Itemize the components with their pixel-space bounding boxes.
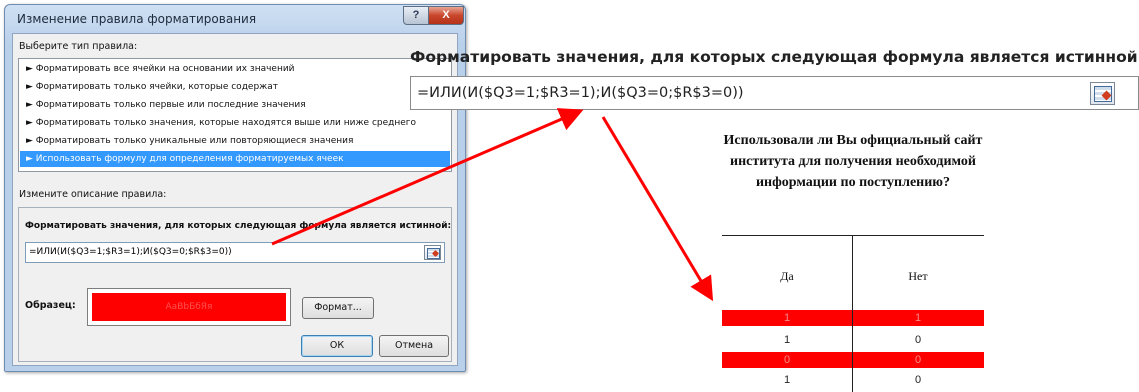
help-button[interactable]: ? (403, 6, 429, 25)
table-cell: 0 (783, 354, 791, 366)
zoom-formula-input: =ИЛИ(И($Q3=1;$R3=1);И($Q3=0;$R$3=0)) (410, 76, 1139, 110)
formula-input[interactable]: =ИЛИ(И($Q3=1;$R3=1);И($Q3=0;$R$3=0)) (25, 242, 445, 263)
table-cell: 1 (783, 374, 791, 386)
table-row: 1 0 (722, 332, 984, 348)
dialog-titlebar[interactable]: Изменение правила форматирования ? X (5, 5, 465, 33)
format-preview: АаВbБбЯя (87, 288, 291, 326)
rule-type-item[interactable]: ► Форматировать только значения, которые… (20, 115, 450, 131)
dialog-body: Выберите тип правила: ► Форматировать вс… (12, 33, 458, 366)
format-button[interactable]: Формат... (302, 297, 374, 319)
close-button[interactable]: X (428, 6, 464, 25)
table-cell: 1 (783, 312, 791, 324)
zoom-formula-heading: Форматировать значения, для которых след… (410, 48, 1138, 66)
dialog-title: Изменение правила форматирования (17, 12, 257, 26)
preview-label: Образец: (25, 300, 76, 311)
edit-formatting-rule-dialog: Изменение правила форматирования ? X Выб… (4, 4, 466, 372)
select-rule-type-label: Выберите тип правила: (19, 41, 138, 52)
rule-type-item-selected[interactable]: ► Использовать формулу для определения ф… (20, 151, 450, 167)
table-column-divider (852, 235, 853, 392)
table-row-highlighted: 1 1 (722, 310, 984, 326)
rule-type-item[interactable]: ► Форматировать только уникальные или по… (20, 133, 450, 149)
zoom-formula-value: =ИЛИ(И($Q3=1;$R3=1);И($Q3=0;$R$3=0)) (417, 85, 744, 101)
table-row-highlighted: 0 0 (722, 352, 984, 368)
table-cell: 0 (914, 334, 922, 346)
arrow-to-survey-table (601, 116, 714, 302)
table-cell: 0 (914, 354, 922, 366)
table-cell: 1 (914, 312, 922, 324)
column-header-no: Нет (908, 269, 928, 283)
table-cell: 1 (783, 334, 791, 346)
collapse-dialog-icon[interactable] (424, 245, 441, 260)
rule-type-item[interactable]: ► Форматировать все ячейки на основании … (20, 61, 450, 77)
edit-description-label: Измените описание правила: (19, 189, 167, 200)
table-cell: 0 (914, 374, 922, 386)
survey-question: Использовали ли Вы официальный сайт инст… (723, 133, 983, 190)
cancel-button[interactable]: Отмена (379, 335, 449, 357)
preview-sample-text: АаВbБбЯя (92, 293, 286, 321)
formula-value: =ИЛИ(И($Q3=1;$R3=1);И($Q3=0;$R$3=0)) (29, 247, 232, 257)
survey-table: Да Нет 1 1 1 0 0 0 1 0 (722, 235, 984, 392)
zoom-collapse-dialog-icon (1090, 82, 1115, 105)
ok-button[interactable]: ОК (301, 335, 373, 357)
formula-label: Форматировать значения, для которых след… (25, 221, 452, 231)
rule-type-item[interactable]: ► Форматировать только первые или послед… (20, 97, 450, 113)
rule-type-item[interactable]: ► Форматировать только ячейки, которые с… (20, 79, 450, 95)
table-top-border (722, 235, 984, 236)
column-header-yes: Да (780, 269, 794, 283)
rule-type-list[interactable]: ► Форматировать все ячейки на основании … (18, 58, 452, 172)
rule-description-group: Форматировать значения, для которых след… (18, 207, 452, 362)
table-row: 1 0 (722, 372, 984, 388)
